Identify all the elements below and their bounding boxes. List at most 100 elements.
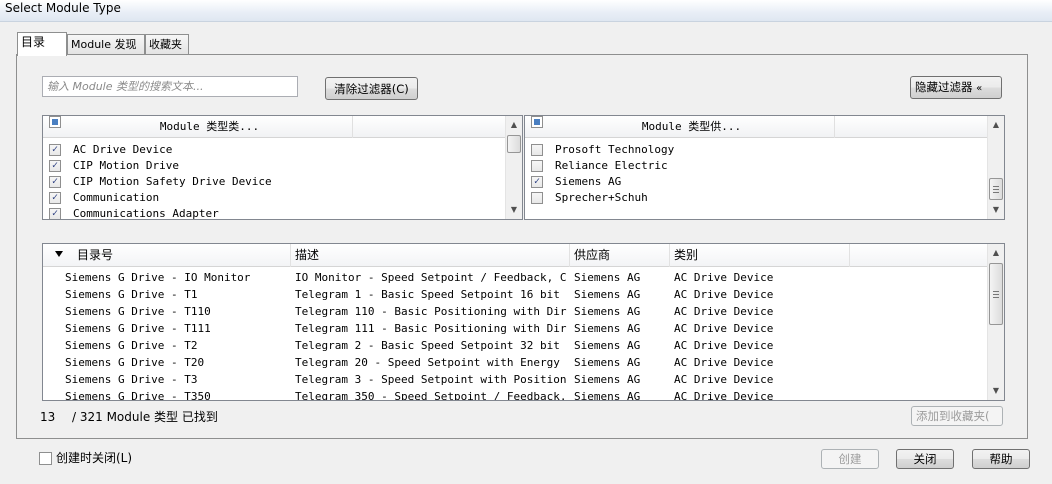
cell-catalog-number: Siemens G Drive - T2: [65, 339, 198, 352]
list-item[interactable]: Reliance Electric: [525, 158, 987, 174]
table-row[interactable]: Siemens G Drive - T20 Telegram 20 - Spee…: [43, 354, 987, 371]
list-item-checkbox[interactable]: [531, 144, 543, 156]
vendor-list-scrollbar[interactable]: ▲ ▼: [987, 116, 1004, 219]
cell-catalog-number: Siemens G Drive - T20: [65, 356, 205, 369]
found-count-text: / 321 Module 类型 已找到: [72, 410, 218, 424]
column-header-description[interactable]: 描述: [291, 244, 570, 267]
shown-count: 13: [40, 410, 56, 424]
list-item-label: Siemens AG: [555, 175, 622, 188]
list-item-checkbox[interactable]: [49, 208, 61, 219]
column-header-catalog-number[interactable]: 目录号: [73, 244, 291, 267]
cell-catalog-number: Siemens G Drive - T3: [65, 373, 198, 386]
scroll-thumb[interactable]: [989, 178, 1003, 200]
tab-favorites[interactable]: 收藏夹: [145, 34, 189, 55]
scroll-grip-icon: [993, 186, 999, 193]
cell-description: Telegram 111 - Basic Positioning with Di…: [295, 322, 567, 335]
list-item[interactable]: CIP Motion Safety Drive Device: [43, 174, 505, 190]
scroll-down-arrow-icon[interactable]: ▼: [506, 202, 522, 218]
cell-vendor: Siemens AG: [574, 288, 641, 301]
type-list-header: Module 类型类...: [43, 116, 522, 138]
scroll-up-arrow-icon[interactable]: ▲: [988, 117, 1004, 133]
list-item-label: Communication: [73, 191, 160, 204]
list-item[interactable]: AC Drive Device: [43, 142, 505, 158]
table-row[interactable]: Siemens G Drive - T111 Telegram 111 - Ba…: [43, 320, 987, 337]
table-row[interactable]: Siemens G Drive - IO Monitor IO Monitor …: [43, 269, 987, 286]
title-bar: Select Module Type: [0, 0, 1052, 22]
scroll-down-arrow-icon[interactable]: ▼: [988, 202, 1004, 218]
tab-module-discovery[interactable]: Module 发现: [67, 34, 145, 55]
cell-category: AC Drive Device: [674, 322, 774, 335]
list-item-checkbox[interactable]: [49, 144, 61, 156]
help-button[interactable]: 帮助: [972, 449, 1030, 469]
tab-module-discovery-label: Module 发现: [71, 38, 137, 51]
cell-description: Telegram 3 - Speed Setpoint with Positio…: [295, 373, 567, 386]
scroll-up-arrow-icon[interactable]: ▲: [988, 245, 1004, 261]
scroll-thumb[interactable]: [989, 263, 1003, 325]
hide-filters-button[interactable]: 隐藏过滤器 «: [910, 76, 1002, 99]
cell-catalog-number: Siemens G Drive - T111: [65, 322, 211, 335]
cell-category: AC Drive Device: [674, 373, 774, 386]
list-item-checkbox[interactable]: [49, 160, 61, 172]
create-button[interactable]: 创建: [821, 449, 879, 469]
scroll-down-arrow-icon[interactable]: ▼: [988, 383, 1004, 399]
list-item-checkbox[interactable]: [531, 192, 543, 204]
clear-filters-button[interactable]: 清除过滤器(C): [325, 77, 418, 100]
sort-descending-icon: [55, 251, 63, 257]
cell-category: AC Drive Device: [674, 339, 774, 352]
list-item[interactable]: CIP Motion Drive: [43, 158, 505, 174]
select-all-types-checkbox[interactable]: [49, 116, 61, 128]
hide-filters-label: 隐藏过滤器: [915, 80, 973, 94]
add-to-favorites-button[interactable]: 添加到收藏夹(: [911, 406, 1003, 426]
cell-vendor: Siemens AG: [574, 322, 641, 335]
cell-description: Telegram 20 - Speed Setpoint with Energy…: [295, 356, 567, 369]
table-row[interactable]: Siemens G Drive - T2 Telegram 2 - Basic …: [43, 337, 987, 354]
list-item-label: CIP Motion Drive: [73, 159, 179, 172]
close-button[interactable]: 关闭: [896, 449, 954, 469]
select-all-vendors-checkbox[interactable]: [531, 116, 543, 128]
grid-scrollbar[interactable]: ▲ ▼: [987, 244, 1004, 400]
table-row[interactable]: Siemens G Drive - T3 Telegram 3 - Speed …: [43, 371, 987, 388]
search-input[interactable]: [42, 76, 298, 97]
vendor-list-column-header[interactable]: Module 类型供...: [549, 116, 835, 138]
list-item-checkbox[interactable]: [531, 176, 543, 188]
tab-catalog[interactable]: 目录: [17, 32, 67, 56]
column-header-vendor[interactable]: 供应商: [570, 244, 670, 267]
type-list-column-header[interactable]: Module 类型类...: [67, 116, 353, 138]
cell-catalog-number: Siemens G Drive - T1: [65, 288, 198, 301]
close-on-create-checkbox[interactable]: [39, 452, 52, 465]
cell-vendor: Siemens AG: [574, 390, 641, 401]
cell-category: AC Drive Device: [674, 288, 774, 301]
type-list-scrollbar[interactable]: ▲ ▼: [505, 116, 522, 219]
cell-category: AC Drive Device: [674, 305, 774, 318]
list-item[interactable]: Communications Adapter: [43, 206, 505, 219]
scroll-up-arrow-icon[interactable]: ▲: [506, 117, 522, 133]
window-title: Select Module Type: [5, 1, 121, 15]
list-item[interactable]: Siemens AG: [525, 174, 987, 190]
cell-catalog-number: Siemens G Drive - T350: [65, 390, 211, 401]
list-item-checkbox[interactable]: [531, 160, 543, 172]
module-vendor-list[interactable]: Module 类型供... Prosoft Technology Relianc…: [524, 115, 1005, 220]
module-type-category-list[interactable]: Module 类型类... AC Drive Device CIP Motion…: [42, 115, 523, 220]
module-results-grid[interactable]: 目录号 描述 供应商 类别 Siemens G Drive - IO Monit…: [42, 243, 1005, 401]
list-item-checkbox[interactable]: [49, 176, 61, 188]
list-item-checkbox[interactable]: [49, 192, 61, 204]
list-item[interactable]: Prosoft Technology: [525, 142, 987, 158]
tab-favorites-label: 收藏夹: [149, 38, 182, 51]
list-item-label: Sprecher+Schuh: [555, 191, 648, 204]
cell-description: IO Monitor - Speed Setpoint / Feedback, …: [295, 271, 567, 284]
cell-catalog-number: Siemens G Drive - T110: [65, 305, 211, 318]
table-row[interactable]: Siemens G Drive - T110 Telegram 110 - Ba…: [43, 303, 987, 320]
list-item[interactable]: Communication: [43, 190, 505, 206]
column-header-category[interactable]: 类别: [670, 244, 850, 267]
list-item-label: Reliance Electric: [555, 159, 668, 172]
cell-vendor: Siemens AG: [574, 305, 641, 318]
cell-description: Telegram 2 - Basic Speed Setpoint 32 bit: [295, 339, 560, 352]
table-row[interactable]: Siemens G Drive - T1 Telegram 1 - Basic …: [43, 286, 987, 303]
cell-description: Telegram 350 - Speed Setpoint / Feedback…: [295, 390, 567, 401]
table-row[interactable]: Siemens G Drive - T350 Telegram 350 - Sp…: [43, 388, 987, 401]
cell-vendor: Siemens AG: [574, 373, 641, 386]
scroll-thumb[interactable]: [507, 135, 521, 153]
list-item[interactable]: Sprecher+Schuh: [525, 190, 987, 206]
grid-header: 目录号 描述 供应商 类别: [43, 244, 1004, 267]
cell-description: Telegram 1 - Basic Speed Setpoint 16 bit…: [295, 288, 567, 301]
